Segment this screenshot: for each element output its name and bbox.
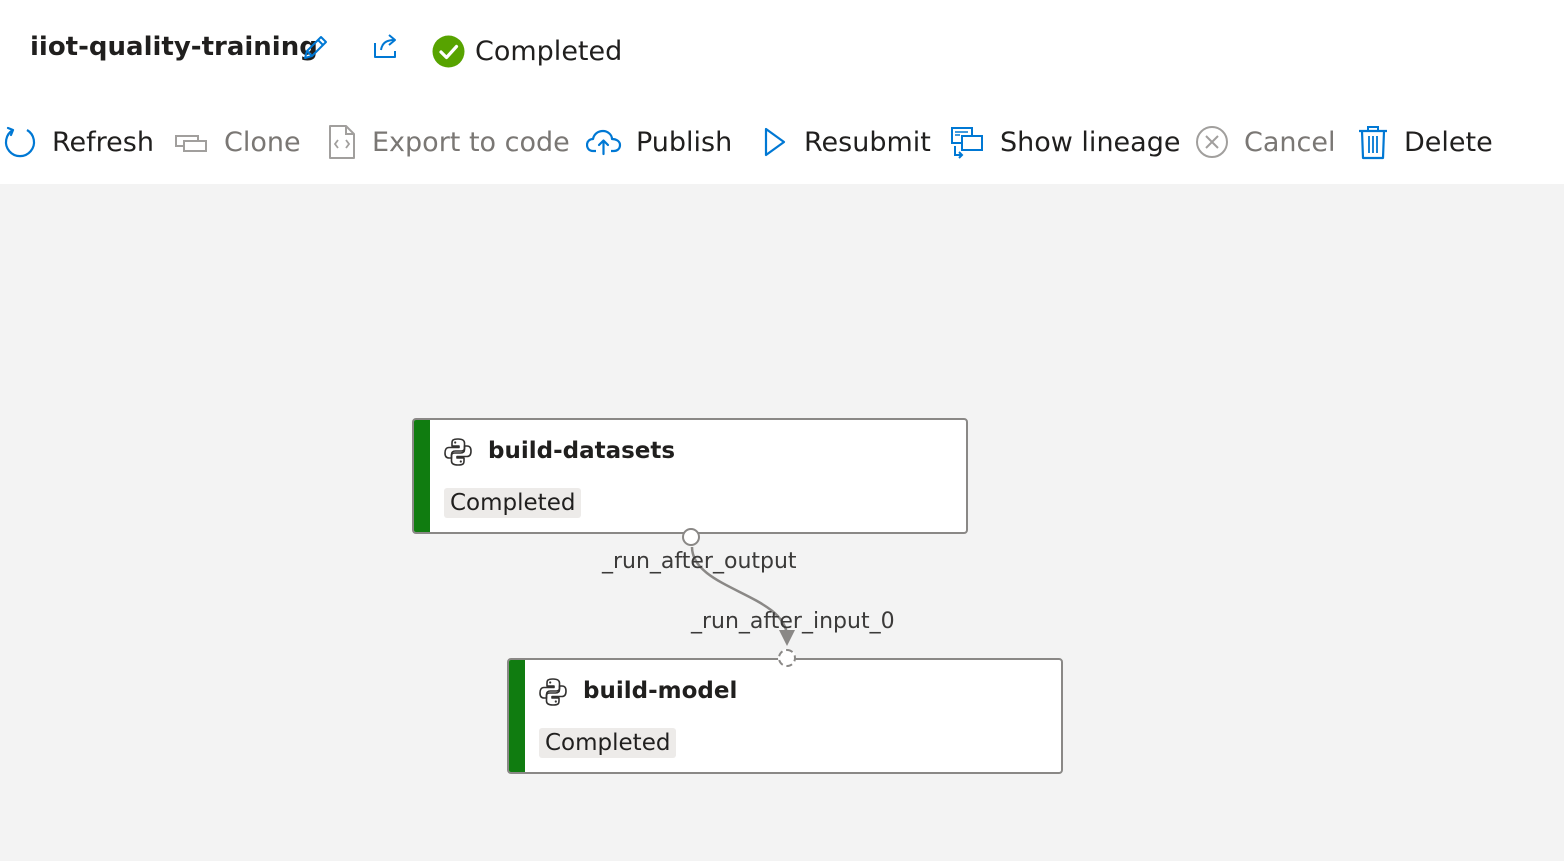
pencil-icon[interactable] (299, 32, 331, 64)
show-lineage-label: Show lineage (1000, 126, 1181, 158)
run-status: Completed (432, 34, 622, 68)
share-icon[interactable] (370, 30, 402, 62)
code-file-icon (329, 125, 355, 159)
clone-label: Clone (224, 126, 301, 158)
cancel-label: Cancel (1244, 126, 1336, 158)
input-port[interactable] (778, 649, 796, 667)
input-port-label: _run_after_input_0 (691, 609, 895, 634)
node-title: build-model (583, 678, 738, 704)
node-status-bar (509, 660, 525, 772)
lineage-icon (951, 127, 983, 159)
delete-button[interactable]: Delete (1356, 112, 1493, 172)
cloud-upload-icon (586, 129, 622, 156)
publish-label: Publish (636, 126, 733, 158)
refresh-button[interactable]: Refresh (2, 112, 154, 172)
pipeline-title: iiot-quality-training (30, 32, 318, 62)
python-icon (539, 678, 567, 706)
output-port-label: _run_after_output (602, 549, 797, 574)
delete-label: Delete (1404, 126, 1493, 158)
resubmit-label: Resubmit (804, 126, 931, 158)
command-bar: Refresh Clone Export to code Publish Res… (0, 112, 1564, 172)
cancel-circle-icon (1196, 126, 1228, 158)
refresh-label: Refresh (52, 126, 154, 158)
node-status-badge: Completed (444, 488, 582, 518)
run-status-label: Completed (475, 35, 623, 67)
export-to-code-label: Export to code (372, 126, 570, 158)
export-to-code-button[interactable]: Export to code (326, 112, 570, 172)
trash-icon (1359, 126, 1387, 160)
pipeline-step-build-model[interactable]: build-model Completed (507, 658, 1063, 774)
show-lineage-button[interactable]: Show lineage (950, 112, 1180, 172)
node-status-badge: Completed (539, 728, 677, 758)
clone-icon (175, 135, 207, 152)
play-icon (764, 127, 786, 157)
pipeline-header: iiot-quality-training Completed (0, 0, 1564, 100)
cancel-button[interactable]: Cancel (1194, 112, 1335, 172)
output-port[interactable] (682, 528, 700, 546)
check-circle-icon (432, 35, 465, 67)
python-icon (444, 438, 472, 466)
pipeline-canvas[interactable]: build-datasets Completed build-model Com… (0, 184, 1564, 861)
pipeline-step-build-datasets[interactable]: build-datasets Completed (412, 418, 968, 534)
resubmit-button[interactable]: Resubmit (760, 112, 931, 172)
node-status-bar (414, 420, 430, 532)
clone-button[interactable]: Clone (174, 112, 301, 172)
node-title: build-datasets (488, 438, 676, 464)
refresh-icon (4, 126, 36, 158)
publish-button[interactable]: Publish (586, 112, 732, 172)
